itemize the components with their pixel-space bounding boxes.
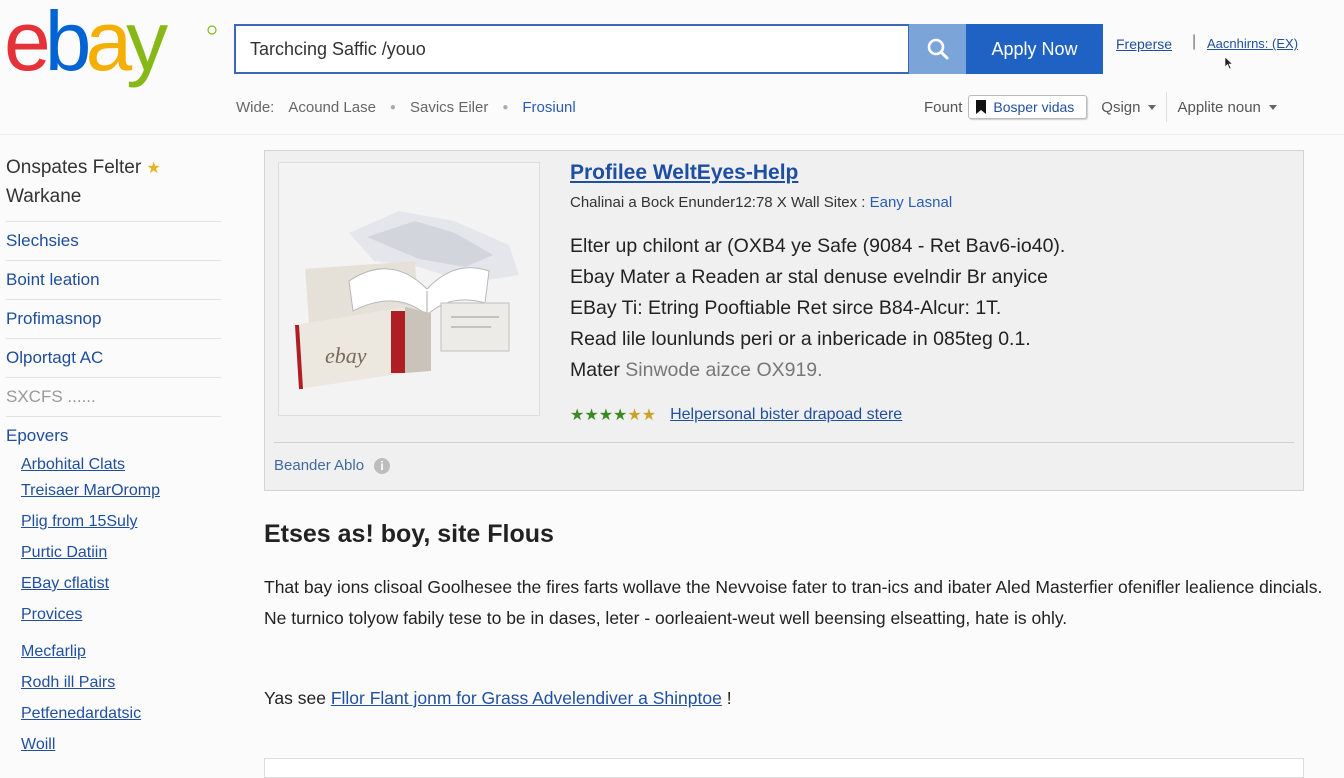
pill-label: Bosper vidas [993, 99, 1075, 115]
subnav-item[interactable]: Acound Lase [288, 99, 376, 116]
sidebar-sub-item[interactable]: Petfenedardatsic [21, 698, 221, 729]
rating-link[interactable]: Helpersonal bister drapoad stere [670, 406, 902, 424]
sidebar-item[interactable]: Slechsies [6, 221, 221, 260]
search-button[interactable] [909, 24, 966, 74]
product-card: ebay Profilee WeltEyes-Help Chalinai a B… [264, 150, 1304, 491]
sidebar-heading-line: Warkane [6, 186, 82, 207]
qsign-label: Qsign [1101, 98, 1141, 116]
info-icon[interactable]: i [374, 457, 391, 474]
description-line: Mater Sinwode aizce OX919. [570, 355, 1290, 386]
bottom-panel [264, 758, 1304, 778]
sidebar-sub-item[interactable]: Mecfarlip [21, 636, 221, 667]
freperse-link[interactable]: Freperse [1116, 36, 1172, 52]
account-link[interactable]: Aacnhirns: (EX) [1207, 36, 1298, 51]
star-icon: ★ [146, 160, 161, 177]
sidebar-item[interactable]: Boint leation [6, 260, 221, 299]
rating-stars: ★★★★★★ [570, 405, 656, 425]
top-separator: | [1192, 33, 1197, 50]
search-input[interactable] [236, 26, 908, 72]
sidebar-sub-item[interactable]: Purtic Datiin [21, 537, 221, 568]
chevron-down-icon [1268, 105, 1277, 111]
product-title[interactable]: Profilee WeltEyes-Help [570, 161, 798, 185]
sidebar-section-title[interactable]: Epovers [6, 416, 221, 449]
see-also-link[interactable]: Fllor Flant jonm for Grass Advelendiver … [331, 688, 722, 708]
svg-text:ebay: ebay [325, 343, 367, 368]
ebay-logo[interactable]: ebay [4, 0, 219, 92]
subnav-item[interactable]: Frosiunl [522, 99, 575, 116]
sidebar-sub-item[interactable]: Rodh ill Pairs [21, 667, 221, 698]
product-subtitle-text: Chalinai a Bock Enunder12:78 X Wall Site… [570, 194, 866, 211]
sidebar-item[interactable]: Olportagt AC [6, 338, 221, 377]
star-icon: ★★ [627, 407, 657, 424]
brand-row: Beander Ablo i [274, 457, 391, 474]
section-paragraph: That bay ions clisoal Goolhesee the fire… [264, 577, 1323, 628]
sidebar-sub-item[interactable]: EBay cflatist [21, 568, 221, 599]
subnav-label: Wide: [236, 98, 275, 116]
subnav-item[interactable]: Savics Eiler [410, 99, 488, 116]
search-box[interactable] [234, 24, 910, 74]
bosper-videos-button[interactable]: Bosper vidas [968, 95, 1088, 119]
qsign-dropdown[interactable]: Qsign [1101, 98, 1157, 116]
sidebar-item[interactable]: SXCFS ...... [6, 377, 221, 416]
apply-now-button[interactable]: Apply Now [966, 24, 1103, 74]
product-description: Elter up chilont ar (OXB4 ye Safe (9084 … [570, 231, 1290, 386]
subnav-dot: ● [389, 101, 396, 113]
sidebar-sub-item[interactable]: Plig from 15Suly [21, 506, 221, 537]
header-divider [0, 134, 1344, 135]
sidebar-sub-item[interactable]: Woill [21, 729, 221, 760]
description-fragment: Mater [570, 359, 620, 381]
sidebar-heading: Onspates Felter ★ Warkane [6, 154, 221, 211]
chevron-down-icon [1148, 105, 1157, 111]
sidebar-heading-line: Onspates Felter [6, 157, 142, 178]
see-prefix: Yas see [264, 688, 326, 708]
star-icon: ★★★★ [570, 407, 628, 424]
sub-navigation: Wide: Acound Lase ● Savics Eiler ● Frosi… [236, 96, 576, 118]
search-icon [927, 38, 948, 60]
svg-text:ebay: ebay [4, 0, 168, 88]
subnav-dot: ● [502, 101, 509, 113]
product-box-illustration: ebay [279, 163, 539, 415]
section-heading: Etses as! boy, site Flous [264, 520, 554, 548]
description-line: Ebay Mater a Readen ar stal denuse eveln… [570, 266, 1049, 288]
right-navigation: Fount Bosper vidas Qsign Applite noun [924, 92, 1277, 122]
product-subtitle: Chalinai a Bock Enunder12:78 X Wall Site… [570, 194, 952, 211]
product-subtitle-link[interactable]: Eany Lasnal [870, 194, 953, 211]
fount-label: Fount [924, 98, 963, 116]
card-divider [274, 442, 1294, 443]
see-also-line: Yas see Fllor Flant jonm for Grass Advel… [264, 688, 732, 709]
sidebar-item[interactable]: Profimasnop [6, 299, 221, 338]
cursor-icon [1224, 56, 1234, 70]
sidebar: Onspates Felter ★ Warkane Slechsies Boin… [6, 154, 221, 760]
description-line: EBay Ti: Etring Pooftiable Ret sirce B84… [570, 297, 1002, 319]
product-rating: ★★★★★★ Helpersonal bister drapoad stere [570, 405, 902, 425]
sidebar-sub-item[interactable]: Treisaer MarOromp [21, 475, 221, 506]
description-fragment: Sinwode aizce OX919. [625, 359, 823, 381]
bookmark-icon [976, 100, 987, 114]
brand-label[interactable]: Beander Ablo [274, 457, 364, 474]
see-suffix: ! [726, 688, 732, 708]
divider [1166, 92, 1168, 122]
description-line: Read lile lounlunds peri or a inbericade… [570, 328, 1031, 350]
applite-dropdown[interactable]: Applite noun [1177, 98, 1277, 116]
description-line: Elter up chilont ar (OXB4 ye Safe (9084 … [570, 235, 1066, 257]
applite-label: Applite noun [1177, 98, 1261, 116]
product-image[interactable]: ebay [278, 162, 540, 416]
sidebar-sub-item[interactable]: Provices [21, 599, 221, 630]
